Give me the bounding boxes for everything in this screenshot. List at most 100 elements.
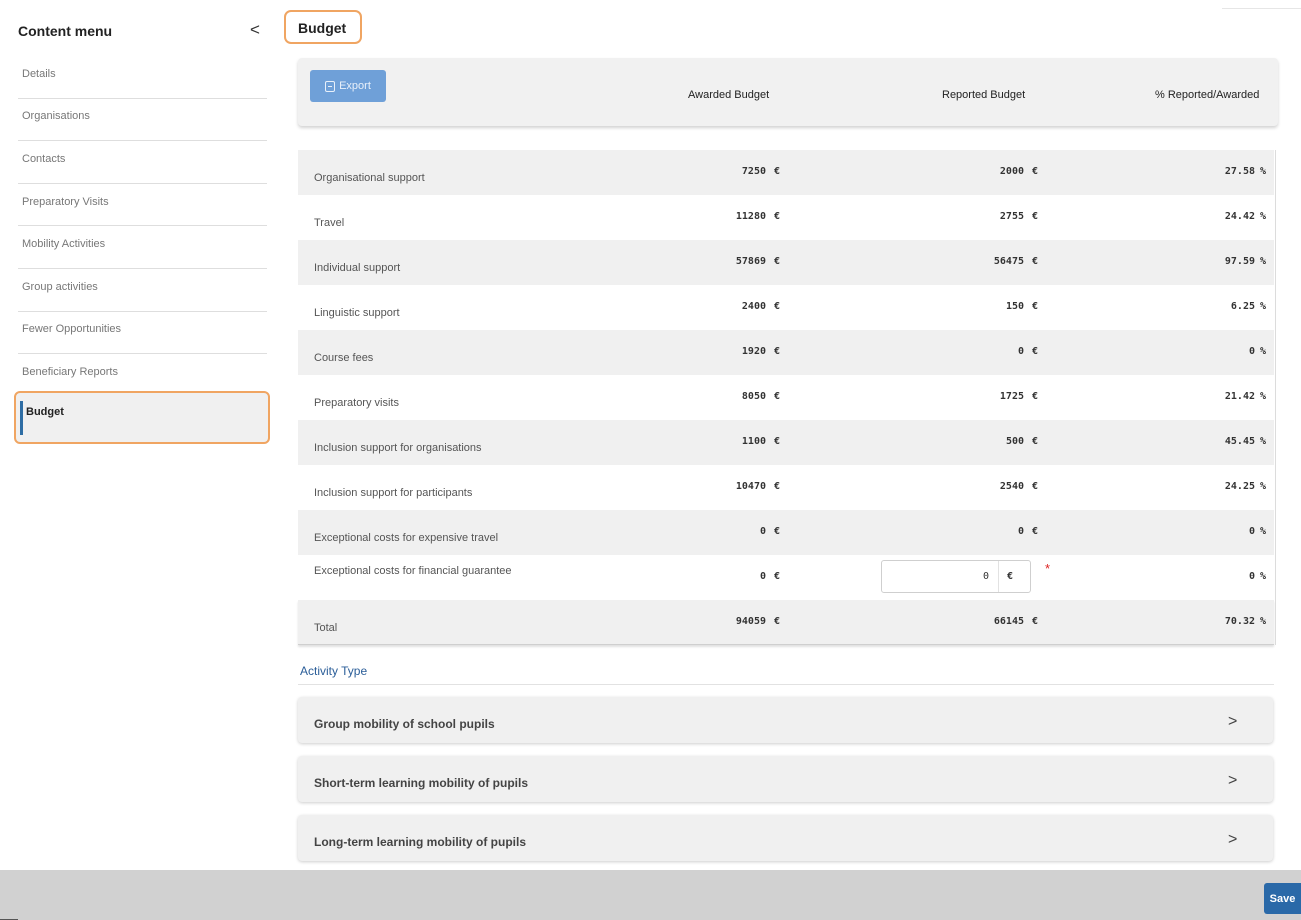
col-header-awarded: Awarded Budget <box>688 89 770 101</box>
accordion-long-term-mobility[interactable]: Long-term learning mobility of pupils > <box>298 815 1273 861</box>
table-row: Preparatory visits 8050 € 1725 € 21.42% <box>298 375 1274 420</box>
page-title: Budget <box>284 10 362 44</box>
accordion-label: Short-term learning mobility of pupils <box>314 776 529 790</box>
reported-currency: € <box>1032 211 1039 222</box>
awarded-currency: € <box>774 481 781 492</box>
sidebar-item-contacts[interactable]: Contacts <box>18 141 267 184</box>
pdf-icon <box>325 80 336 92</box>
percent-unit: % <box>1260 166 1267 177</box>
awarded-total: 94059 <box>735 616 766 627</box>
awarded-currency: € <box>774 256 781 267</box>
row-label: Exceptional costs for financial guarante… <box>314 565 512 577</box>
row-label: Course fees <box>314 352 374 364</box>
awarded-value: 0 <box>759 526 766 537</box>
reported-total: 66145 <box>993 616 1024 627</box>
chevron-right-icon: > <box>1228 831 1238 848</box>
table-row: Linguistic support 2400 € 150 € 6.25% <box>298 285 1274 330</box>
reported-value: 0 <box>1017 346 1024 357</box>
awarded-value: 1100 <box>741 436 766 447</box>
percent-unit: % <box>1260 616 1267 627</box>
percent-total: 70.32 <box>1224 616 1255 627</box>
row-label: Linguistic support <box>314 307 400 319</box>
row-label: Preparatory visits <box>314 397 399 409</box>
accordion-group-mobility[interactable]: Group mobility of school pupils > <box>298 697 1273 743</box>
row-label: Individual support <box>314 262 401 274</box>
row-label: Exceptional costs for expensive travel <box>314 532 499 544</box>
awarded-value: 0 <box>759 571 766 582</box>
sidebar-nav: Details Organisations Contacts Preparato… <box>14 56 270 444</box>
save-button[interactable]: Save <box>1264 883 1301 914</box>
percent-unit: % <box>1260 256 1267 267</box>
footer-bar: Save <box>0 870 1301 920</box>
reported-input-value: 0 <box>982 571 989 582</box>
input-currency: € <box>1007 571 1014 582</box>
row-label: Total <box>314 622 338 634</box>
chevron-right-icon: > <box>1228 713 1238 730</box>
reported-value: 0 <box>1017 526 1024 537</box>
percent-value: 6.25 <box>1230 301 1255 312</box>
awarded-value: 10470 <box>735 481 766 492</box>
required-marker: * <box>1045 561 1051 576</box>
activity-divider <box>298 684 1274 685</box>
table-row: Inclusion support for organisations 1100… <box>298 420 1274 465</box>
awarded-currency: € <box>774 166 781 177</box>
awarded-value: 2400 <box>741 301 766 312</box>
awarded-currency: € <box>774 571 781 582</box>
activity-type-heading: Activity Type <box>300 664 368 678</box>
sidebar-item-details[interactable]: Details <box>18 56 267 99</box>
percent-value: 0 <box>1248 346 1255 357</box>
reported-currency: € <box>1032 256 1039 267</box>
percent-value: 97.59 <box>1224 256 1255 267</box>
percent-value: 21.42 <box>1224 391 1255 402</box>
reported-currency: € <box>1032 436 1039 447</box>
sidebar-item-mobility-activities[interactable]: Mobility Activities <box>18 226 267 269</box>
col-header-percent: % Reported/Awarded <box>1155 89 1260 101</box>
percent-unit: % <box>1260 301 1267 312</box>
awarded-value: 8050 <box>741 391 766 402</box>
table-row: Organisational support 7250 € 2000 € 27.58… <box>298 150 1274 195</box>
reported-currency: € <box>1032 301 1039 312</box>
awarded-currency: € <box>774 616 781 627</box>
sidebar-item-budget[interactable]: Budget <box>14 391 270 444</box>
sidebar-item-group-activities[interactable]: Group activities <box>18 269 267 312</box>
accordion-label: Group mobility of school pupils <box>314 717 495 731</box>
reported-value: 2540 <box>999 481 1024 492</box>
reported-value: 150 <box>1005 301 1024 312</box>
awarded-currency: € <box>774 211 781 222</box>
table-row: Course fees 1920 € 0 € 0% <box>298 330 1274 375</box>
reported-currency: € <box>1032 346 1039 357</box>
col-header-reported: Reported Budget <box>942 89 1026 101</box>
content-menu-sidebar: Content menu < Details Organisations Con… <box>0 0 280 870</box>
reported-currency: € <box>1032 526 1039 537</box>
sidebar-item-organisations[interactable]: Organisations <box>18 99 267 142</box>
reported-value: 2000 <box>999 166 1024 177</box>
reported-currency: € <box>1032 481 1039 492</box>
percent-value: 0 <box>1248 526 1255 537</box>
sidebar-item-fewer-opportunities[interactable]: Fewer Opportunities <box>18 312 267 355</box>
awarded-value: 11280 <box>735 211 766 222</box>
budget-table-header: Export Awarded Budget Reported Budget % … <box>298 58 1278 126</box>
table-scroll-edge <box>1275 150 1276 645</box>
reported-budget-input[interactable]: 0 € <box>881 560 1031 593</box>
input-unit-divider <box>998 561 999 592</box>
percent-value: 24.25 <box>1224 481 1255 492</box>
percent-unit: % <box>1260 571 1267 582</box>
accordion-short-term-mobility[interactable]: Short-term learning mobility of pupils > <box>298 756 1273 802</box>
reported-currency: € <box>1032 391 1039 402</box>
reported-value: 1725 <box>999 391 1024 402</box>
total-row: Total 94059 € 66145 € 70.32% <box>298 600 1274 645</box>
percent-value: 27.58 <box>1224 166 1255 177</box>
percent-unit: % <box>1260 481 1267 492</box>
collapse-sidebar-icon[interactable]: < <box>250 20 260 40</box>
table-row: Exceptional costs for expensive travel 0… <box>298 510 1274 555</box>
chevron-right-icon: > <box>1228 772 1238 789</box>
export-button[interactable]: Export <box>310 70 386 102</box>
percent-unit: % <box>1260 526 1267 537</box>
sidebar-item-preparatory-visits[interactable]: Preparatory Visits <box>18 184 267 227</box>
reported-value: 56475 <box>993 256 1024 267</box>
reported-value: 500 <box>1005 436 1024 447</box>
row-label: Organisational support <box>314 172 425 184</box>
row-label: Travel <box>314 217 345 229</box>
row-label: Inclusion support for participants <box>314 487 473 499</box>
accordion-label: Long-term learning mobility of pupils <box>314 835 526 849</box>
